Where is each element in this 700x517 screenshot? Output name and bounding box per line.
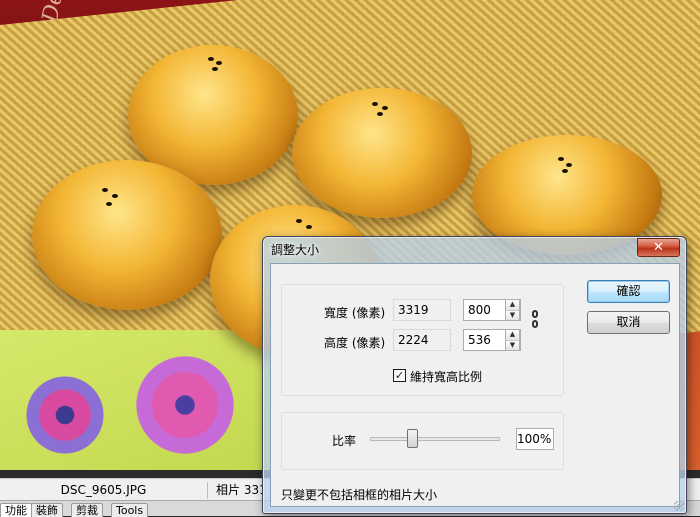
file-name: DSC_9605.JPG xyxy=(0,482,208,499)
close-icon: ✕ xyxy=(653,240,664,255)
mooncake xyxy=(292,88,472,218)
ratio-group: 比率 100% xyxy=(281,412,564,470)
keep-ratio-label[interactable]: 維持寬高比例 xyxy=(410,368,482,385)
dialog-title: 調整大小 xyxy=(271,243,320,257)
keep-ratio-checkbox[interactable]: ✓ xyxy=(393,369,406,382)
footer-note: 只變更不包括相框的相片大小 xyxy=(281,488,438,502)
ratio-slider-track[interactable] xyxy=(370,437,500,441)
spin-down-icon[interactable]: ▼ xyxy=(506,310,519,320)
resize-dialog: 調整大小 ✕ 寬度 (像素) 3319 800 ▲ ▼ 高度 (像素) 2224… xyxy=(262,236,687,514)
close-button[interactable]: ✕ xyxy=(637,238,680,257)
ratio-value[interactable]: 100% xyxy=(516,428,554,450)
tab-crop[interactable]: 剪裁 xyxy=(71,503,103,517)
flower-pattern xyxy=(130,350,240,460)
width-spinner[interactable]: ▲ ▼ xyxy=(505,299,520,321)
floral-card xyxy=(0,330,270,470)
tab-tools[interactable]: Tools xyxy=(111,503,149,517)
chain-link-icon xyxy=(532,310,540,332)
mooncake xyxy=(32,160,222,310)
tab-functions[interactable]: 功能 xyxy=(0,503,32,517)
ok-button[interactable]: 確認 xyxy=(587,280,670,303)
ratio-label: 比率 xyxy=(332,434,357,448)
spin-up-icon[interactable]: ▲ xyxy=(506,300,519,310)
resize-grip-icon[interactable] xyxy=(674,501,684,511)
spin-down-icon[interactable]: ▼ xyxy=(506,340,519,350)
spin-up-icon[interactable]: ▲ xyxy=(506,330,519,340)
ratio-slider-thumb[interactable] xyxy=(406,429,418,448)
width-label: 寬度 (像素) xyxy=(324,306,386,320)
original-width: 3319 xyxy=(393,299,451,321)
photo-info: 相片 3319 xyxy=(216,483,262,497)
height-label: 高度 (像素) xyxy=(324,336,386,350)
size-group: 寬度 (像素) 3319 800 ▲ ▼ 高度 (像素) 2224 536 ▲ … xyxy=(281,284,564,396)
cancel-button[interactable]: 取消 xyxy=(587,311,670,334)
flower-pattern xyxy=(20,370,110,460)
original-height: 2224 xyxy=(393,329,451,351)
height-spinner[interactable]: ▲ ▼ xyxy=(505,329,520,351)
tab-decorations[interactable]: 裝飾 xyxy=(31,503,63,517)
dialog-body: 寬度 (像素) 3319 800 ▲ ▼ 高度 (像素) 2224 536 ▲ … xyxy=(270,263,680,507)
